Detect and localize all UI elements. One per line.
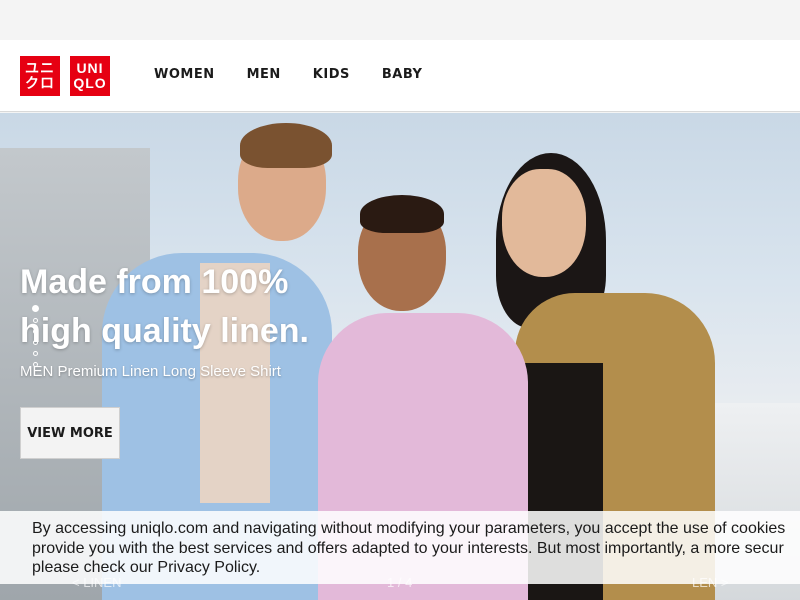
logo-katakana-line2: クロ: [25, 75, 55, 91]
logo-katakana-line1: ユニ: [25, 60, 55, 76]
view-more-button[interactable]: VIEW MORE: [20, 407, 120, 459]
model-2-hair: [360, 195, 444, 233]
hero-headline-line2: high quality linen.: [20, 312, 309, 350]
top-strip: [0, 0, 800, 40]
uniqlo-logo-latin[interactable]: UNI QLO: [70, 56, 110, 96]
nav-item-men[interactable]: MEN: [247, 67, 281, 82]
cookie-text-line2: provide you with the best services and o…: [32, 539, 784, 557]
logo-latin-line1: UNI: [76, 60, 104, 76]
hero-product-name[interactable]: MEN Premium Linen Long Sleeve Shirt: [20, 363, 281, 380]
nav-item-baby[interactable]: BABY: [382, 67, 423, 82]
carousel-dot-active[interactable]: [32, 305, 39, 312]
carousel-dot[interactable]: [33, 340, 38, 345]
cookie-text-line3[interactable]: please check our Privacy Policy.: [32, 558, 800, 578]
uniqlo-logo-katakana[interactable]: ユニ クロ: [20, 56, 60, 96]
site-header: ユニ クロ UNI QLO WOMEN MEN KIDS BABY: [0, 40, 800, 112]
nav-item-women[interactable]: WOMEN: [154, 67, 215, 82]
carousel-dot[interactable]: [33, 318, 38, 323]
main-nav: WOMEN MEN KIDS BABY: [154, 67, 422, 82]
cookie-text: By accessing uniqlo.com and navigating w…: [32, 519, 800, 578]
nav-item-kids[interactable]: KIDS: [313, 67, 350, 82]
model-3-face: [502, 169, 586, 277]
model-1-hair: [240, 123, 332, 168]
carousel-dot[interactable]: [33, 351, 38, 356]
logo-latin-line2: QLO: [73, 75, 107, 91]
hero-headline-line1: Made from 100%: [20, 263, 289, 301]
carousel-dot[interactable]: [33, 329, 38, 334]
hero-headline: Made from 100% high quality linen.: [20, 258, 440, 356]
cookie-banner: By accessing uniqlo.com and navigating w…: [0, 511, 800, 584]
cookie-text-line1: By accessing uniqlo.com and navigating w…: [32, 520, 786, 537]
